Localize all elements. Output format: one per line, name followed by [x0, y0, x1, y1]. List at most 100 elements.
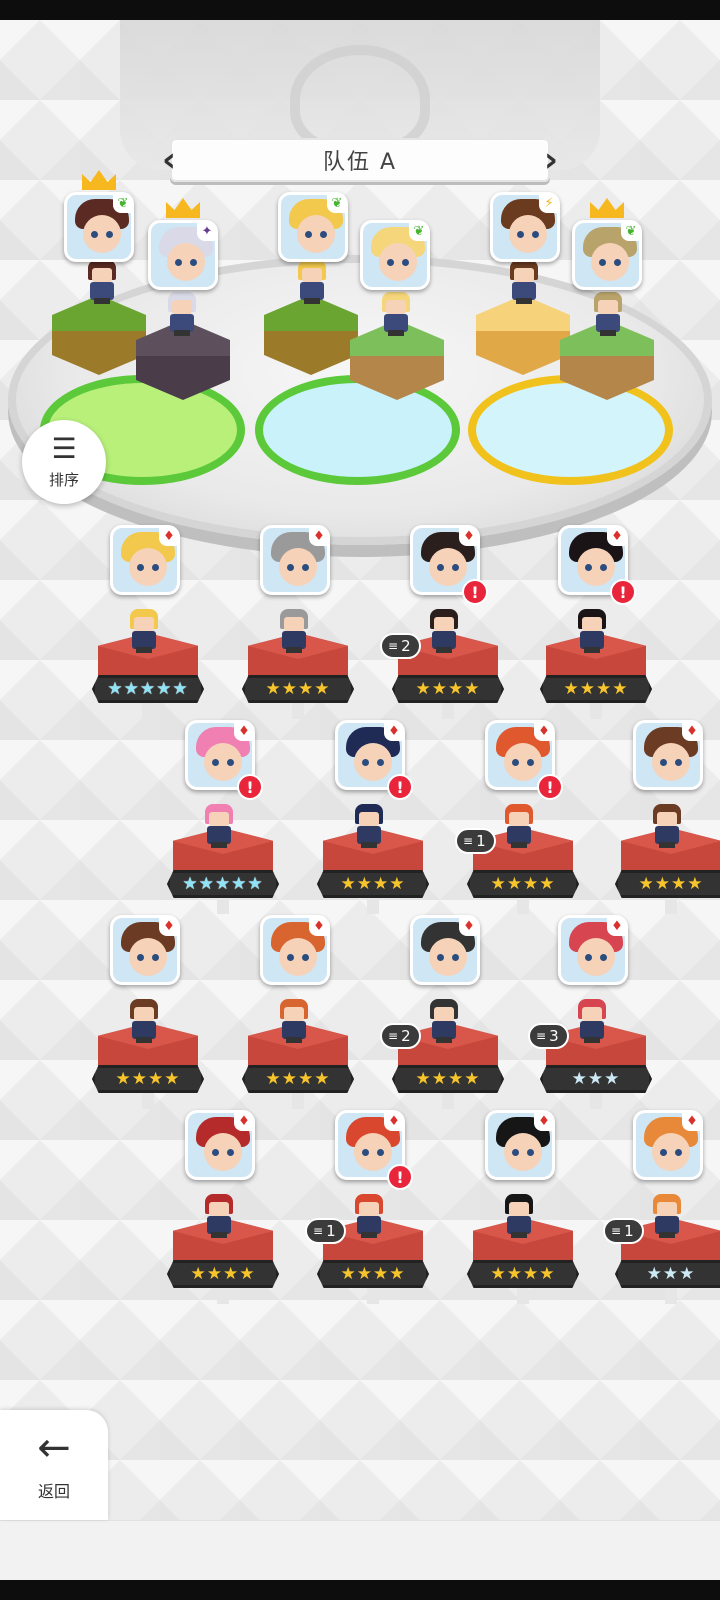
- pedestal-stem: [367, 898, 379, 914]
- sprite-face: [514, 268, 534, 282]
- portrait-eye: [320, 231, 327, 238]
- star-rating-plate: ★★★★★: [167, 870, 279, 898]
- pedestal-stem: [442, 1093, 454, 1109]
- portrait-face: [167, 243, 205, 281]
- sprite-legs: [659, 842, 675, 848]
- stack-icon: ≡: [463, 834, 474, 848]
- sprite-legs: [286, 1037, 302, 1043]
- team-slot-right[interactable]: [468, 375, 673, 485]
- prev-team-button[interactable]: ‹: [156, 138, 182, 182]
- portrait-eye: [305, 231, 312, 238]
- fire-element-icon: ♦: [309, 528, 327, 546]
- crown-icon: [590, 198, 624, 218]
- pedestal-stem: [442, 703, 454, 719]
- portrait-eye: [137, 564, 144, 571]
- sprite-face: [172, 300, 192, 314]
- character-portrait[interactable]: ❦: [572, 220, 642, 290]
- character-portrait[interactable]: ♦: [260, 915, 330, 985]
- character-sprite: [590, 292, 626, 336]
- back-label: 返回: [37, 1482, 70, 1501]
- sprite-legs: [436, 647, 452, 653]
- pedestal-stem: [142, 703, 154, 719]
- sprite-face: [509, 812, 529, 826]
- sort-button[interactable]: ☰ 排序: [22, 420, 106, 504]
- character-portrait[interactable]: ❦: [360, 220, 430, 290]
- character-portrait[interactable]: ♦: [633, 720, 703, 790]
- character-sprite: [378, 292, 414, 336]
- character-portrait[interactable]: ♦: [260, 525, 330, 595]
- portrait-face: [652, 1133, 690, 1171]
- portrait-face: [652, 743, 690, 781]
- character-portrait[interactable]: ⚡: [490, 192, 560, 262]
- team-slot-middle[interactable]: [255, 375, 460, 485]
- duplicate-count: 2: [401, 1027, 411, 1045]
- star-rating-plate: ★★★★: [540, 675, 652, 703]
- duplicate-count-badge: ≡ 1: [305, 1218, 346, 1244]
- star-rating: ★★★★: [490, 873, 556, 894]
- sprite-face: [386, 300, 406, 314]
- portrait-face: [83, 215, 121, 253]
- star-rating: ★★★★: [265, 678, 331, 699]
- sprite-face: [434, 1007, 454, 1021]
- fire-element-icon: ♦: [384, 1113, 402, 1131]
- character-portrait[interactable]: ♦: [185, 1110, 255, 1180]
- sprite-legs: [361, 1232, 377, 1238]
- character-portrait[interactable]: ♦: [110, 525, 180, 595]
- portrait-eye: [585, 954, 592, 961]
- sprite-face: [209, 812, 229, 826]
- star-rating-plate: ★★★★: [242, 1065, 354, 1093]
- chevron-left-icon: ‹: [161, 140, 176, 180]
- portrait-eye: [190, 259, 197, 266]
- character-sprite: [506, 260, 542, 304]
- sprite-legs: [511, 1232, 527, 1238]
- duplicate-count-badge: ≡ 1: [455, 828, 496, 854]
- portrait-eye: [302, 564, 309, 571]
- sprite-legs: [584, 647, 600, 653]
- fire-element-icon: ♦: [384, 723, 402, 741]
- character-portrait[interactable]: ❦: [278, 192, 348, 262]
- stack-icon: ≡: [536, 1029, 547, 1043]
- duplicate-count: 3: [549, 1027, 559, 1045]
- star-rating-plate: ★★★★: [467, 870, 579, 898]
- star-rating-plate: ★★★★: [92, 1065, 204, 1093]
- sprite-legs: [516, 298, 532, 304]
- portrait-eye: [512, 1149, 519, 1156]
- portrait-face: [504, 743, 542, 781]
- portrait-eye: [106, 231, 113, 238]
- character-portrait[interactable]: ♦: [633, 1110, 703, 1180]
- character-portrait[interactable]: ♦: [110, 915, 180, 985]
- character-sprite: [351, 1194, 387, 1238]
- star-rating: ★★★★★: [182, 873, 264, 894]
- portrait-face: [577, 938, 615, 976]
- portrait-face: [509, 215, 547, 253]
- leaf-element-icon: ❦: [113, 195, 131, 213]
- fire-element-icon: ♦: [534, 723, 552, 741]
- sprite-face: [598, 300, 618, 314]
- star-rating: ★★★: [571, 1068, 621, 1089]
- star-rating: ★★★: [646, 1263, 696, 1284]
- star-rating: ★★★★★: [107, 678, 189, 699]
- stack-icon: ≡: [388, 639, 399, 653]
- character-portrait[interactable]: ♦: [558, 915, 628, 985]
- pedestal-stem: [665, 1288, 677, 1304]
- character-portrait[interactable]: ❦: [64, 192, 134, 262]
- next-team-button[interactable]: ›: [538, 138, 564, 182]
- star-rating: ★★★★: [340, 1263, 406, 1284]
- crown-icon: [82, 170, 116, 190]
- character-portrait[interactable]: ✦: [148, 220, 218, 290]
- star-rating-plate: ★★★★★: [92, 675, 204, 703]
- pedestal-stem: [665, 898, 677, 914]
- star-rating-plate: ★★★: [540, 1065, 652, 1093]
- alert-badge: !: [237, 774, 263, 800]
- fire-element-icon: ♦: [682, 723, 700, 741]
- character-portrait[interactable]: ♦: [410, 915, 480, 985]
- duplicate-count: 1: [624, 1222, 634, 1240]
- star-rating-plate: ★★★★: [392, 1065, 504, 1093]
- pedestal-stem: [367, 1288, 379, 1304]
- character-portrait[interactable]: ♦: [485, 1110, 555, 1180]
- back-button[interactable]: ← 返回: [0, 1410, 108, 1520]
- sprite-face: [657, 1202, 677, 1216]
- portrait-eye: [91, 231, 98, 238]
- sprite-face: [134, 1007, 154, 1021]
- portrait-face: [129, 938, 167, 976]
